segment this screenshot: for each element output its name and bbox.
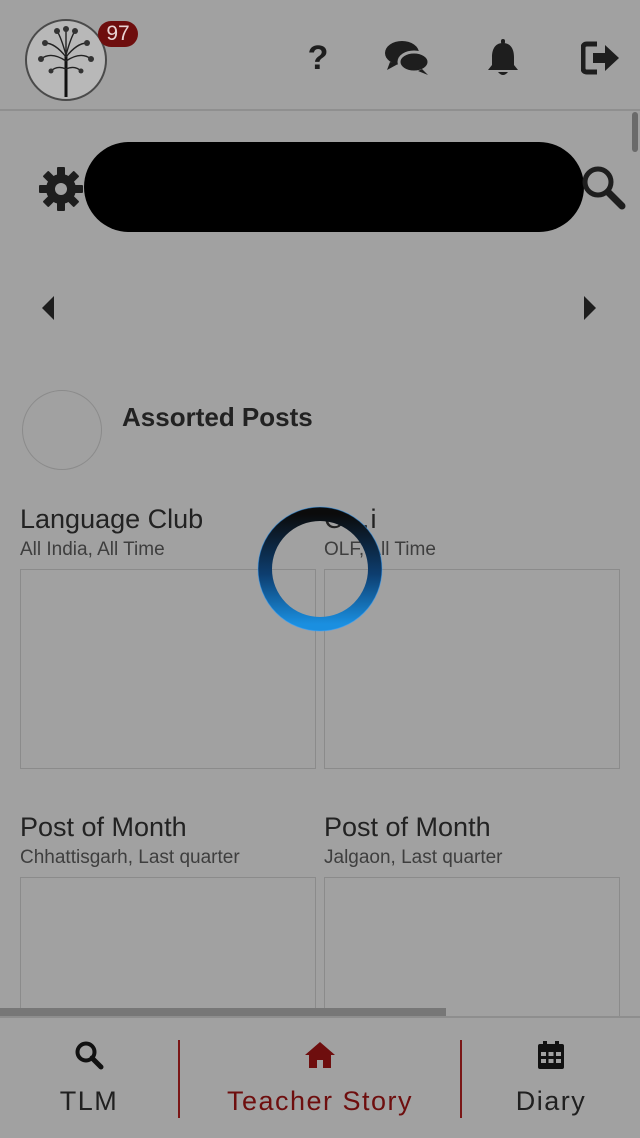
- caret-left-icon[interactable]: [38, 292, 58, 324]
- tree-logo[interactable]: [25, 19, 107, 101]
- bell-icon[interactable]: [484, 38, 522, 78]
- help-icon[interactable]: ?: [300, 38, 336, 78]
- top-header: 97 ?: [0, 0, 640, 111]
- caret-right-icon[interactable]: [580, 292, 600, 324]
- calendar-icon: [537, 1038, 565, 1072]
- nav-divider: [178, 1040, 180, 1118]
- horizontal-scrollbar[interactable]: [0, 1008, 446, 1016]
- post-card-subtitle: Chhattisgarh, Last quarter: [20, 847, 240, 868]
- notification-count-badge: 97: [98, 21, 138, 47]
- chat-icon[interactable]: [384, 38, 430, 78]
- gear-icon[interactable]: [38, 166, 84, 212]
- section-title: Assorted Posts: [122, 402, 313, 432]
- nav-tlm[interactable]: TLM: [0, 1018, 178, 1138]
- search-input[interactable]: [84, 142, 584, 232]
- post-card-subtitle: Jalgaon, Last quarter: [324, 847, 503, 868]
- vertical-scrollbar[interactable]: [632, 112, 638, 152]
- nav-divider: [460, 1040, 462, 1118]
- post-card-title: Post of Month: [324, 812, 491, 842]
- home-icon: [303, 1038, 337, 1072]
- nav-teacher-story-label: Teacher Story: [226, 1086, 414, 1116]
- nav-tlm-label: TLM: [59, 1086, 119, 1116]
- nav-diary[interactable]: Diary: [462, 1018, 640, 1138]
- post-card-title: Post of Month: [20, 812, 187, 842]
- search-icon: [74, 1038, 104, 1072]
- search-icon[interactable]: [580, 164, 626, 210]
- bottom-nav: TLM Teacher Story Diary: [0, 1016, 640, 1138]
- loading-spinner-icon: [254, 503, 386, 635]
- section-avatar: [22, 390, 102, 470]
- nav-diary-label: Diary: [515, 1086, 587, 1116]
- nav-teacher-story[interactable]: Teacher Story: [180, 1018, 460, 1138]
- logout-icon[interactable]: [580, 38, 622, 78]
